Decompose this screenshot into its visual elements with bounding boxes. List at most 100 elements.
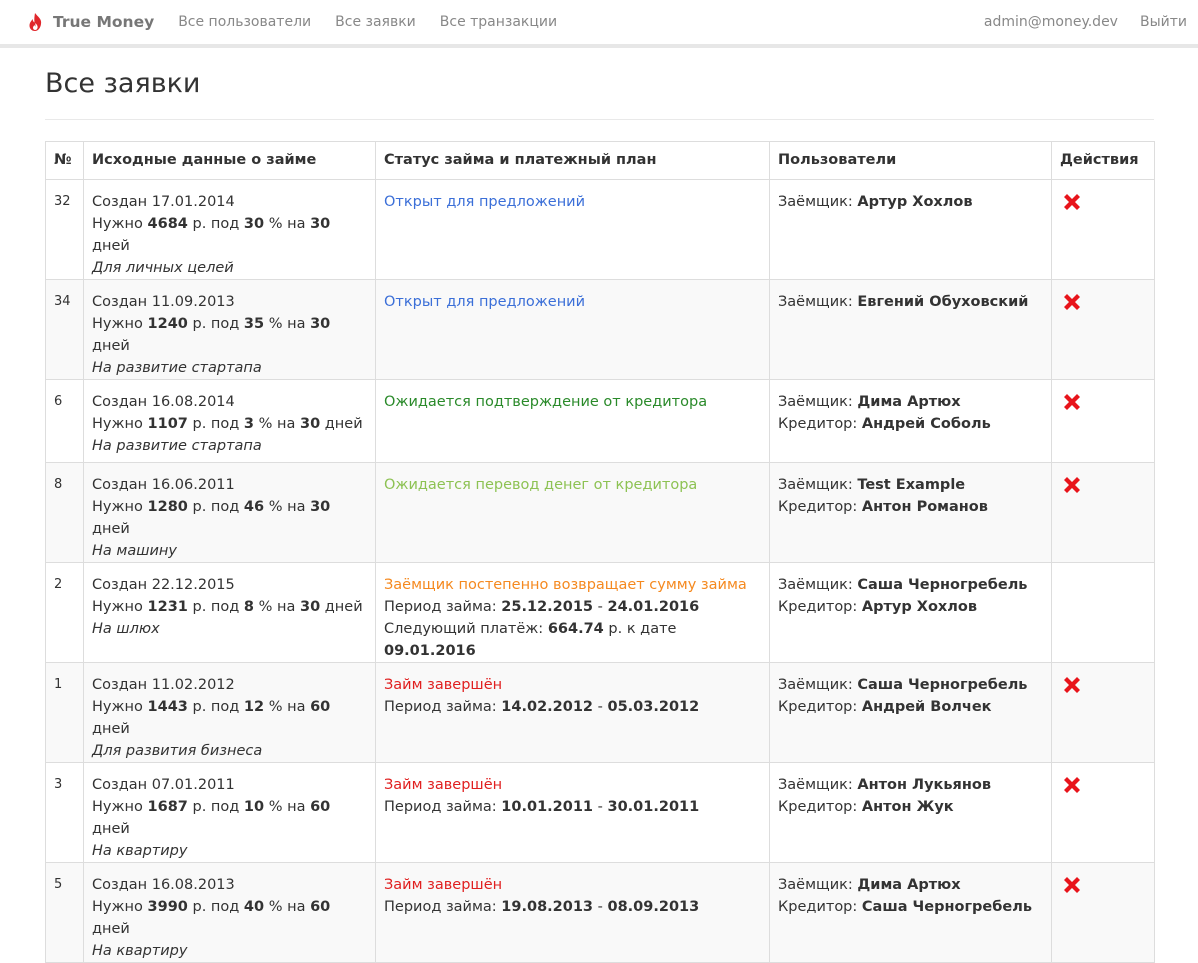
borrower-name[interactable]: Саша Черногребель (857, 577, 1027, 593)
next-payment-date: 09.01.2016 (384, 643, 476, 659)
created-date: 22.12.2015 (151, 577, 235, 593)
cell-actions (1051, 379, 1155, 463)
percent-label: % на (268, 899, 306, 915)
loan-status: Займ завершён (384, 677, 503, 693)
period-label: Период займа: (384, 899, 497, 915)
currency-label: р. под (192, 499, 240, 515)
created-label: Создан (92, 194, 148, 210)
table-row: 6 Создан 16.08.2014 Нужно 1107 р. под 3 % … (45, 379, 1155, 463)
percent-label: % на (258, 599, 296, 615)
currency-label: р. под (192, 599, 240, 615)
created-date: 16.08.2014 (151, 394, 235, 410)
cell-loan-data: Создан 07.01.2011 Нужно 1687 р. под 10 % … (83, 762, 376, 863)
nav-all-requests[interactable]: Все заявки (323, 14, 428, 30)
created-line: Создан 17.01.2014 (92, 191, 367, 213)
period-start: 14.02.2012 (501, 699, 594, 715)
delete-x-icon[interactable] (1061, 474, 1083, 496)
loan-percent: 30 (243, 216, 265, 232)
currency-label: р. под (192, 699, 240, 715)
loan-amount: 1231 (147, 599, 188, 615)
header-actions: Действия (1051, 141, 1155, 180)
brand-link[interactable]: True Money (27, 12, 154, 32)
period-start: 25.12.2015 (501, 599, 594, 615)
loan-amount: 1280 (147, 499, 188, 515)
days-label: дней (324, 416, 363, 432)
cell-status: Заёмщик постепенно возвращает сумму займ… (375, 562, 770, 663)
percent-label: % на (268, 499, 306, 515)
created-date: 07.01.2011 (151, 777, 235, 793)
borrower-line: Заёмщик: Дима Артюх (778, 391, 1043, 413)
lender-name[interactable]: Андрей Соболь (862, 416, 991, 432)
period-start: 19.08.2013 (501, 899, 594, 915)
created-line: Создан 07.01.2011 (92, 774, 367, 796)
created-line: Создан 11.02.2012 (92, 674, 367, 696)
main-nav: Все пользователи Все заявки Все транзакц… (166, 14, 569, 30)
flame-icon (27, 12, 44, 32)
lender-name[interactable]: Саша Черногребель (862, 899, 1032, 915)
borrower-name[interactable]: Дима Артюх (857, 394, 960, 410)
cell-number: 32 (45, 179, 84, 280)
nav-all-transactions[interactable]: Все транзакции (428, 14, 569, 30)
loan-status: Открыт для предложений (384, 194, 586, 210)
loan-status: Открыт для предложений (384, 294, 586, 310)
cell-users: Заёмщик: Дима Артюх Кредитор: Андрей Собо… (769, 379, 1052, 463)
borrower-name[interactable]: Саша Черногребель (857, 677, 1027, 693)
loan-purpose: На развитие стартапа (92, 438, 262, 454)
period-end: 30.01.2011 (607, 799, 700, 815)
lender-line: Кредитор: Антон Жук (778, 796, 1043, 818)
delete-x-icon[interactable] (1061, 874, 1083, 896)
delete-x-icon[interactable] (1061, 291, 1083, 313)
created-date: 11.09.2013 (151, 294, 235, 310)
user-email-link[interactable]: admin@money.dev (973, 14, 1129, 30)
borrower-name[interactable]: Евгений Обуховский (857, 294, 1028, 310)
borrower-label: Заёмщик: (778, 394, 853, 410)
created-label: Создан (92, 877, 148, 893)
need-label: Нужно (92, 216, 143, 232)
table-row: 3 Создан 07.01.2011 Нужно 1687 р. под 10 %… (45, 762, 1155, 863)
borrower-line: Заёмщик: Евгений Обуховский (778, 291, 1043, 313)
lender-name[interactable]: Артур Хохлов (862, 599, 977, 615)
need-line: Нужно 1240 р. под 35 % на 30 дней (92, 313, 367, 357)
cell-number: 8 (45, 462, 84, 563)
loan-purpose: На машину (92, 543, 177, 559)
need-line: Нужно 1231 р. под 8 % на 30 дней (92, 596, 367, 618)
next-payment-amount: 664.74 (547, 621, 604, 637)
created-label: Создан (92, 677, 148, 693)
cell-status: Открыт для предложений (375, 279, 770, 380)
logout-link[interactable]: Выйти (1129, 14, 1198, 30)
delete-x-icon[interactable] (1061, 774, 1083, 796)
cell-actions (1051, 462, 1155, 563)
borrower-name[interactable]: Test Example (857, 477, 965, 493)
borrower-name[interactable]: Дима Артюх (857, 877, 960, 893)
loan-days: 60 (310, 699, 331, 715)
days-label: дней (92, 921, 130, 937)
loan-status: Займ завершён (384, 777, 503, 793)
lender-name[interactable]: Антон Романов (862, 499, 988, 515)
cell-users: Заёмщик: Артур Хохлов (769, 179, 1052, 280)
lender-name[interactable]: Андрей Волчек (862, 699, 992, 715)
nav-all-users[interactable]: Все пользователи (166, 14, 323, 30)
cell-users: Заёмщик: Евгений Обуховский (769, 279, 1052, 380)
need-line: Нужно 1687 р. под 10 % на 60 дней (92, 796, 367, 840)
created-label: Создан (92, 477, 148, 493)
borrower-name[interactable]: Артур Хохлов (857, 194, 972, 210)
cell-loan-data: Создан 17.01.2014 Нужно 4684 р. под 30 % … (83, 179, 376, 280)
header-status: Статус займа и платежный план (375, 141, 770, 180)
delete-x-icon[interactable] (1061, 674, 1083, 696)
cell-users: Заёмщик: Test Example Кредитор: Антон Ром… (769, 462, 1052, 563)
cell-loan-data: Создан 11.02.2012 Нужно 1443 р. под 12 % … (83, 662, 376, 763)
borrower-name[interactable]: Антон Лукьянов (857, 777, 991, 793)
borrower-label: Заёмщик: (778, 777, 853, 793)
need-label: Нужно (92, 416, 143, 432)
delete-x-icon[interactable] (1061, 391, 1083, 413)
header-users: Пользователи (769, 141, 1052, 180)
delete-x-icon[interactable] (1061, 191, 1083, 213)
loan-purpose: На квартиру (92, 843, 188, 859)
created-line: Создан 11.09.2013 (92, 291, 367, 313)
lender-label: Кредитор: (778, 499, 858, 515)
lender-name[interactable]: Антон Жук (862, 799, 954, 815)
need-line: Нужно 1107 р. под 3 % на 30 дней (92, 413, 367, 435)
table-row: 32 Создан 17.01.2014 Нужно 4684 р. под 30 … (45, 179, 1155, 280)
currency-label: р. под (192, 216, 240, 232)
need-label: Нужно (92, 799, 143, 815)
